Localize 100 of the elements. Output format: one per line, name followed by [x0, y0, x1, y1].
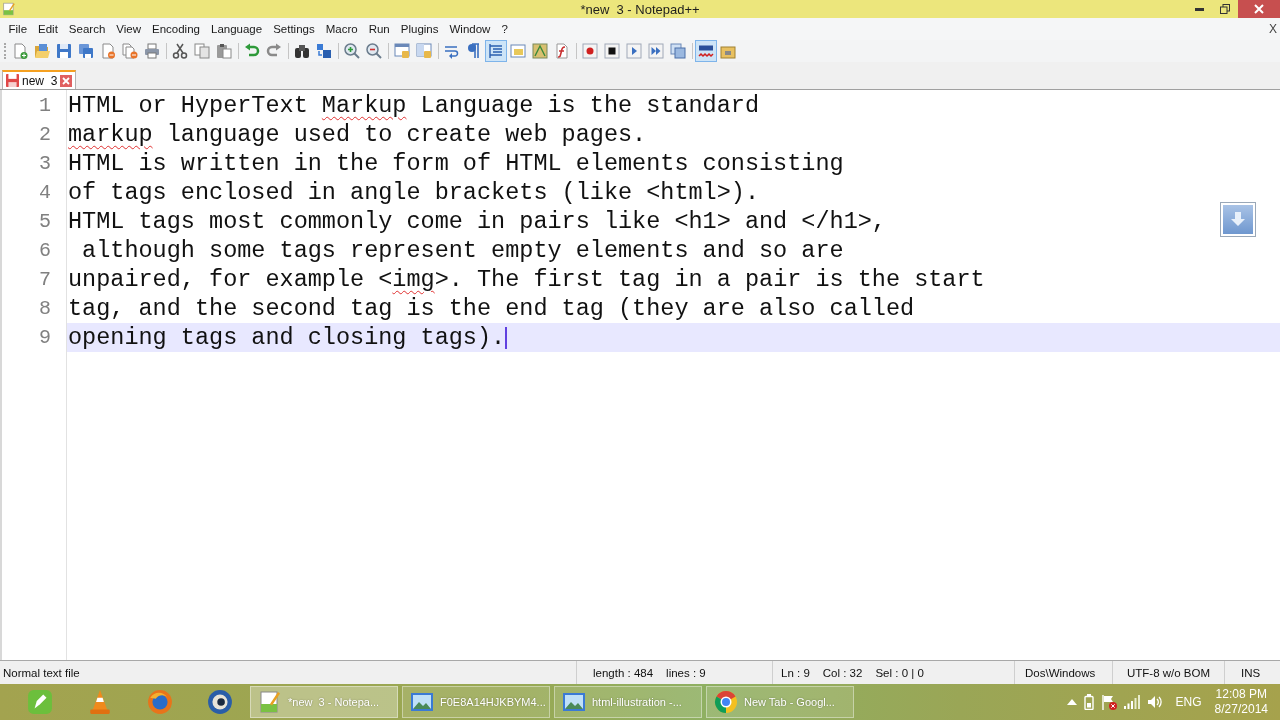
playback-button[interactable] [623, 40, 645, 62]
code-line: opening tags and closing tags). [68, 323, 506, 352]
pages-close-icon [122, 43, 138, 59]
floppy-disks-icon [78, 43, 94, 59]
document-tab[interactable]: new 3 [2, 70, 77, 89]
restore-icon [1220, 4, 1230, 14]
scissors-icon [172, 43, 188, 59]
line-number: 1 [39, 93, 52, 119]
line-number: 8 [39, 296, 52, 322]
line-number: 6 [39, 238, 52, 264]
lens-icon[interactable] [207, 689, 233, 715]
run-macro-multiple-button[interactable] [645, 40, 667, 62]
status-text: Sel : 0 | 0 [875, 666, 924, 679]
stop-recording-button[interactable] [601, 40, 623, 62]
zoom-in-icon [344, 43, 360, 59]
fast-forward-icon [648, 43, 664, 59]
save-macro-button[interactable] [667, 40, 689, 62]
notepad-icon [2, 2, 16, 16]
stop-icon [604, 43, 620, 59]
notepad-icon [258, 690, 282, 714]
traffic-cone-icon[interactable] [87, 689, 113, 715]
close-icon[interactable] [60, 74, 73, 87]
signal-icon[interactable] [1123, 695, 1140, 709]
replace-icon [316, 43, 332, 59]
document-map-button[interactable] [529, 40, 551, 62]
code-line: tag, and the second tag is the end tag (they are also called [68, 294, 915, 323]
menu-item[interactable]: Window [444, 23, 496, 35]
printer-icon [144, 43, 160, 59]
status-text: Dos\Windows [1025, 666, 1096, 679]
spellcheck-icon [698, 43, 714, 59]
code-line: unpaired, for example <img>. The first tag in a pair is the start [68, 265, 985, 294]
function-icon [554, 43, 570, 59]
menu-item[interactable]: Run [363, 23, 396, 35]
window-pane-icon [416, 43, 432, 59]
new-page-icon [12, 43, 28, 59]
line-number: 9 [39, 325, 52, 351]
picture-icon [410, 690, 434, 714]
speaker-icon[interactable] [1146, 694, 1163, 710]
menu-item[interactable]: Language [205, 23, 268, 35]
status-text: Normal text file [3, 666, 80, 679]
status-text: length : 484 [593, 666, 654, 679]
pen-icon[interactable] [27, 689, 53, 715]
menu-item[interactable]: Macro [320, 23, 364, 35]
menu-item[interactable]: ? [495, 23, 514, 35]
binoculars-icon [294, 43, 310, 59]
line-number: 3 [39, 151, 52, 177]
line-number: 4 [39, 180, 52, 206]
indent-guide-icon [488, 43, 504, 59]
code-line: HTML is written in the form of HTML elements consisting [68, 149, 844, 178]
menu-item[interactable]: Search [63, 23, 111, 35]
menu-item[interactable]: Edit [32, 23, 64, 35]
play-icon [626, 43, 642, 59]
page-stack-icon [670, 43, 686, 59]
map-icon [532, 43, 548, 59]
status-text: UTF-8 w/o BOM [1127, 666, 1211, 679]
menu-item[interactable]: File [3, 23, 33, 35]
pilcrow-icon [466, 43, 482, 59]
status-text: Col : 32 [822, 666, 863, 679]
window-icon [510, 43, 526, 59]
copy-icon [194, 43, 210, 59]
menu-item[interactable]: Plugins [395, 23, 444, 35]
text-cursor [505, 326, 508, 349]
code-line: HTML or HyperText Markup Language is the standard [68, 91, 760, 120]
window-title: *new 3 - Notepad++ [580, 1, 700, 17]
globe-icon[interactable] [147, 689, 173, 715]
menu-item[interactable]: Encoding [146, 23, 206, 35]
code-line: although some tags represent empty elements and so are [81, 236, 844, 265]
close-button[interactable] [1238, 0, 1280, 18]
code-line: HTML tags most commonly come in pairs like <h1> and </h1>, [68, 207, 886, 236]
folder-icon [34, 43, 50, 59]
menu-item[interactable]: View [110, 23, 147, 35]
line-number: 5 [39, 209, 52, 235]
battery-icon[interactable] [1083, 694, 1094, 710]
close-icon [1254, 4, 1264, 14]
line-number: 2 [39, 122, 52, 148]
record-macro-button[interactable] [579, 40, 601, 62]
status-text: INS [1241, 666, 1261, 679]
word-wrap-icon [444, 43, 460, 59]
record-icon [582, 43, 598, 59]
zoom-out-icon [366, 43, 382, 59]
code-line: markup language used to create web pages. [68, 120, 647, 149]
chevron-up-icon[interactable] [1066, 699, 1077, 705]
redo-icon [266, 43, 282, 59]
menu-item[interactable]: Settings [267, 23, 321, 35]
down-arrow-button[interactable] [1220, 202, 1256, 237]
spellcheck-button[interactable] [695, 40, 717, 62]
picture-icon [562, 690, 586, 714]
window-pane-icon [394, 43, 410, 59]
browser-icon [714, 690, 738, 714]
close-document-button[interactable]: X [1269, 22, 1280, 36]
box-icon [720, 43, 736, 59]
line-number: 7 [39, 267, 52, 293]
code-line: of tags enclosed in angle brackets (like <html>). [68, 178, 759, 207]
flag-icon[interactable] [1100, 694, 1117, 710]
minimize-icon [1194, 7, 1204, 11]
clipboard-icon [216, 43, 232, 59]
undo-icon [244, 43, 260, 59]
status-text: lines : 9 [666, 666, 706, 679]
indent-guide-button[interactable] [485, 40, 507, 62]
status-text: Ln : 9 [781, 666, 810, 679]
